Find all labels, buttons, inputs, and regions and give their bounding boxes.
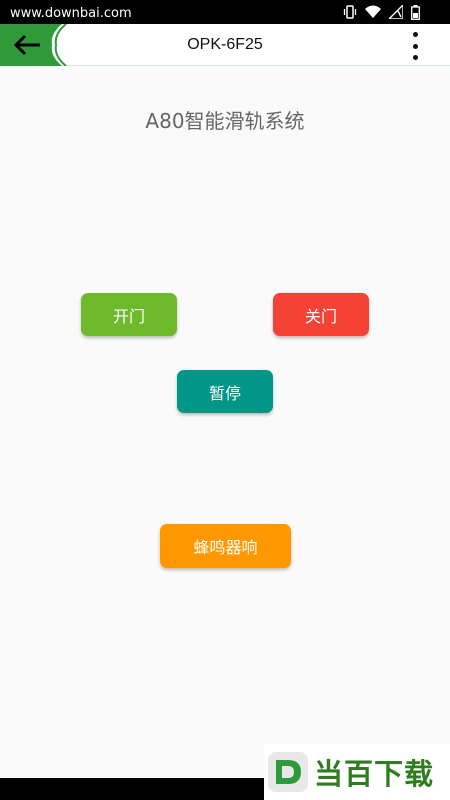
vibrate-icon <box>343 5 357 19</box>
more-vertical-icon[interactable] <box>408 32 422 60</box>
open-door-button[interactable]: 开门 <box>81 293 177 336</box>
page-heading: A80智能滑轨系统 <box>145 109 305 133</box>
status-bar: www.downbai.com <box>0 0 450 24</box>
signal-icon <box>389 5 403 19</box>
app-bar: OPK-6F25 <box>0 24 450 66</box>
app-screen: www.downbai.com OPK-6F25 A80智能滑轨系统 开门 关门… <box>0 0 450 800</box>
app-title: OPK-6F25 <box>187 36 263 53</box>
watermark-bottom: D 当百下载 <box>264 744 450 800</box>
status-icons <box>343 4 420 20</box>
close-door-button[interactable]: 关门 <box>273 293 369 336</box>
menu-dot <box>412 55 418 60</box>
watermark-text: 当百下载 <box>314 757 435 791</box>
battery-icon <box>411 4 420 20</box>
menu-dot <box>412 32 418 37</box>
pause-button[interactable]: 暂停 <box>177 370 273 413</box>
menu-dot <box>412 43 418 49</box>
watermark-top: www.downbai.com <box>4 4 138 24</box>
watermark-logo-icon: D <box>268 752 308 792</box>
wifi-icon <box>365 5 381 18</box>
buzzer-button[interactable]: 蜂鸣器响 <box>160 524 291 568</box>
